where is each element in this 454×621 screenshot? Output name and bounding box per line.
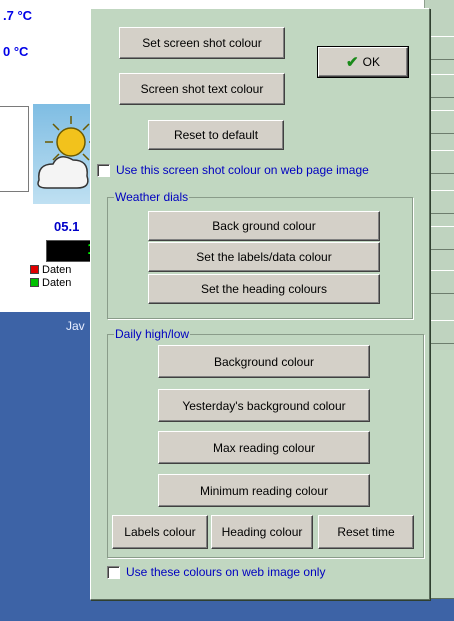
- ok-button-label: OK: [362, 55, 380, 69]
- max-reading-colour-button[interactable]: Max reading colour: [158, 431, 370, 464]
- use-screen-shot-colour-checkbox[interactable]: [97, 163, 110, 177]
- legend-label: Daten: [42, 277, 72, 289]
- reset-to-default-button[interactable]: Reset to default: [148, 120, 284, 150]
- background-button[interactable]: [428, 110, 454, 134]
- weather-panel: 05.1 1 Daten Daten: [0, 100, 98, 312]
- background-button[interactable]: [428, 150, 454, 174]
- labels-data-colour-button[interactable]: Set the labels/data colour: [148, 242, 380, 272]
- legend-item-red: Daten: [30, 264, 96, 276]
- side-frame: [0, 106, 29, 192]
- weather-background-colour-button[interactable]: Back ground colour: [148, 211, 380, 241]
- checkmark-icon: ✔: [346, 54, 359, 71]
- daily-high-low-group-title: Daily high/low: [114, 327, 191, 341]
- screen-shot-text-colour-button[interactable]: Screen shot text colour: [119, 73, 285, 105]
- minimum-reading-colour-button[interactable]: Minimum reading colour: [158, 474, 370, 507]
- green-square-icon: [30, 278, 39, 287]
- temperature-reading-1: .7 °C: [3, 8, 33, 23]
- legend-label: Daten: [42, 264, 72, 276]
- date-label: 05.1: [54, 219, 80, 234]
- status-text: Jav: [66, 319, 85, 333]
- background-button[interactable]: [428, 320, 454, 344]
- weather-sun-cloud-icon: [33, 104, 93, 204]
- set-screen-shot-colour-button[interactable]: Set screen shot colour: [119, 27, 285, 59]
- weather-dials-group-title: Weather dials: [114, 190, 190, 204]
- reset-time-button[interactable]: Reset time: [318, 515, 414, 549]
- use-screen-shot-colour-label: Use this screen shot colour on web page …: [116, 163, 369, 177]
- temperature-reading-2: 0 °C: [3, 44, 29, 59]
- background-button[interactable]: [428, 190, 454, 214]
- red-square-icon: [30, 265, 39, 274]
- background-button[interactable]: [428, 270, 454, 294]
- background-button[interactable]: [428, 74, 454, 98]
- background-button[interactable]: [428, 226, 454, 250]
- labels-colour-button[interactable]: Labels colour: [112, 515, 208, 549]
- heading-colours-button[interactable]: Set the heading colours: [148, 274, 380, 304]
- heading-colour-button[interactable]: Heading colour: [211, 515, 313, 549]
- web-image-only-label: Use these colours on web image only: [126, 565, 326, 579]
- use-screen-shot-colour-checkbox-row[interactable]: Use this screen shot colour on web page …: [97, 163, 369, 177]
- background-button[interactable]: [428, 36, 454, 60]
- yesterday-background-colour-button[interactable]: Yesterday's background colour: [158, 389, 370, 422]
- daily-background-colour-button[interactable]: Background colour: [158, 345, 370, 378]
- web-image-only-checkbox-row[interactable]: Use these colours on web image only: [107, 565, 325, 579]
- legend-item-green: Daten: [30, 277, 96, 289]
- ok-button[interactable]: ✔ OK: [317, 46, 409, 78]
- web-image-only-checkbox[interactable]: [107, 565, 120, 579]
